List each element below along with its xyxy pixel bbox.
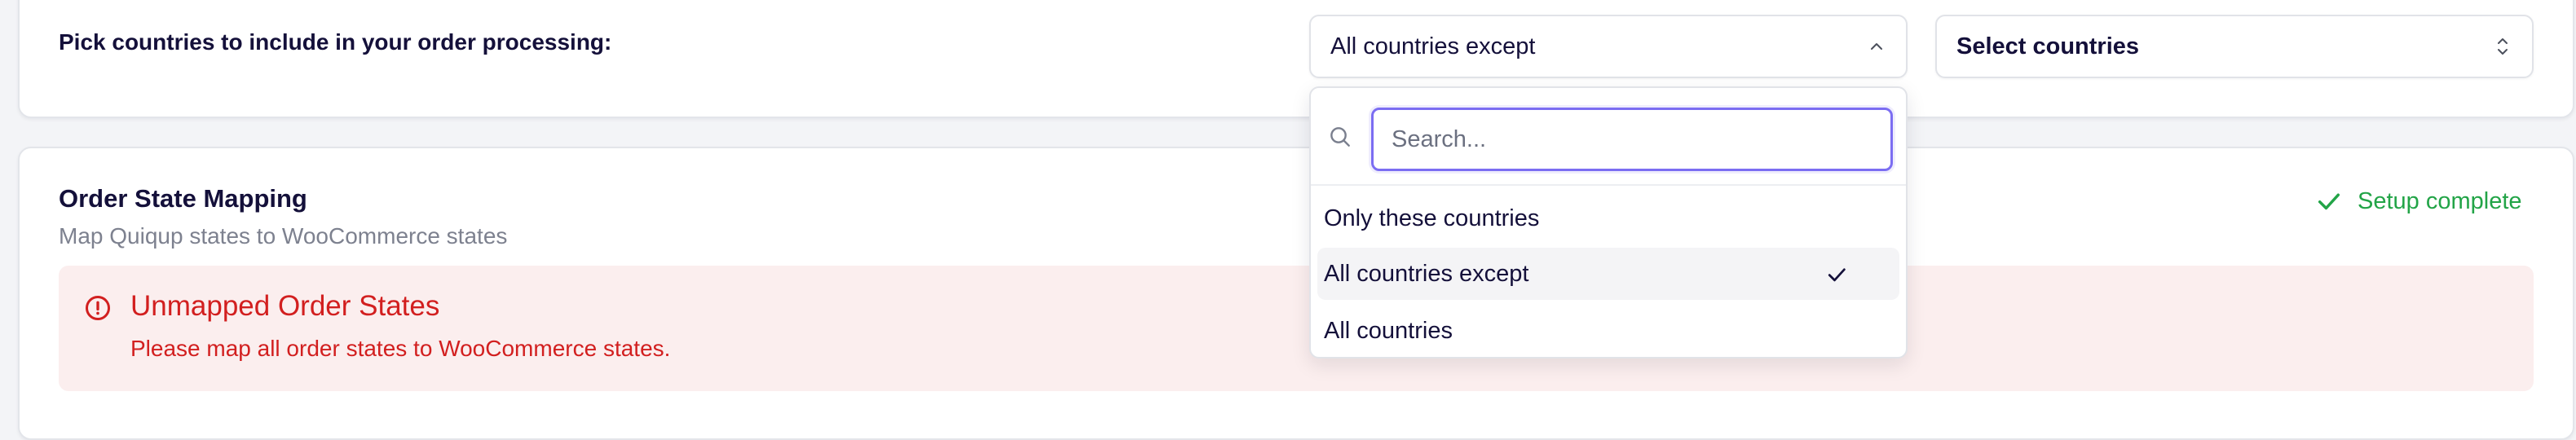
setup-status-label: Setup complete [2358, 187, 2522, 214]
section-subtitle: Map Quiqup states to WooCommerce states [59, 223, 508, 249]
country-mode-value: All countries except [1330, 33, 1536, 59]
option-label: All countries [1324, 317, 1453, 344]
chevron-updown-icon [2498, 38, 2508, 55]
alert-circle-icon [86, 296, 110, 320]
alert-message: Please map all order states to WooCommer… [130, 336, 671, 361]
dropdown-search-input[interactable] [1371, 108, 1893, 171]
check-icon [1828, 268, 1846, 282]
unmapped-states-alert: Unmapped Order States Please map all ord… [59, 266, 2534, 391]
section-title: Order State Mapping [59, 184, 307, 213]
option-label: Only these countries [1324, 205, 1540, 231]
country-mode-dropdown: Only these countries All countries excep… [1309, 86, 1908, 359]
alert-title: Unmapped Order States [130, 290, 440, 322]
country-select[interactable]: Select countries [1935, 15, 2534, 78]
option-all-countries[interactable]: All countries [1317, 305, 1899, 357]
option-only-these-countries[interactable]: Only these countries [1317, 192, 1899, 244]
search-icon [1330, 127, 1350, 147]
setup-status: Setup complete [2315, 187, 2522, 215]
country-select-value: Select countries [1956, 33, 2140, 59]
option-all-countries-except[interactable]: All countries except [1317, 248, 1899, 300]
dropdown-search-row [1311, 88, 1906, 186]
check-icon [2318, 193, 2340, 210]
chevron-up-icon [1871, 43, 1882, 50]
option-label: All countries except [1324, 260, 1529, 287]
country-mode-select[interactable]: All countries except [1309, 15, 1908, 78]
countries-label: Pick countries to include in your order … [59, 29, 612, 55]
